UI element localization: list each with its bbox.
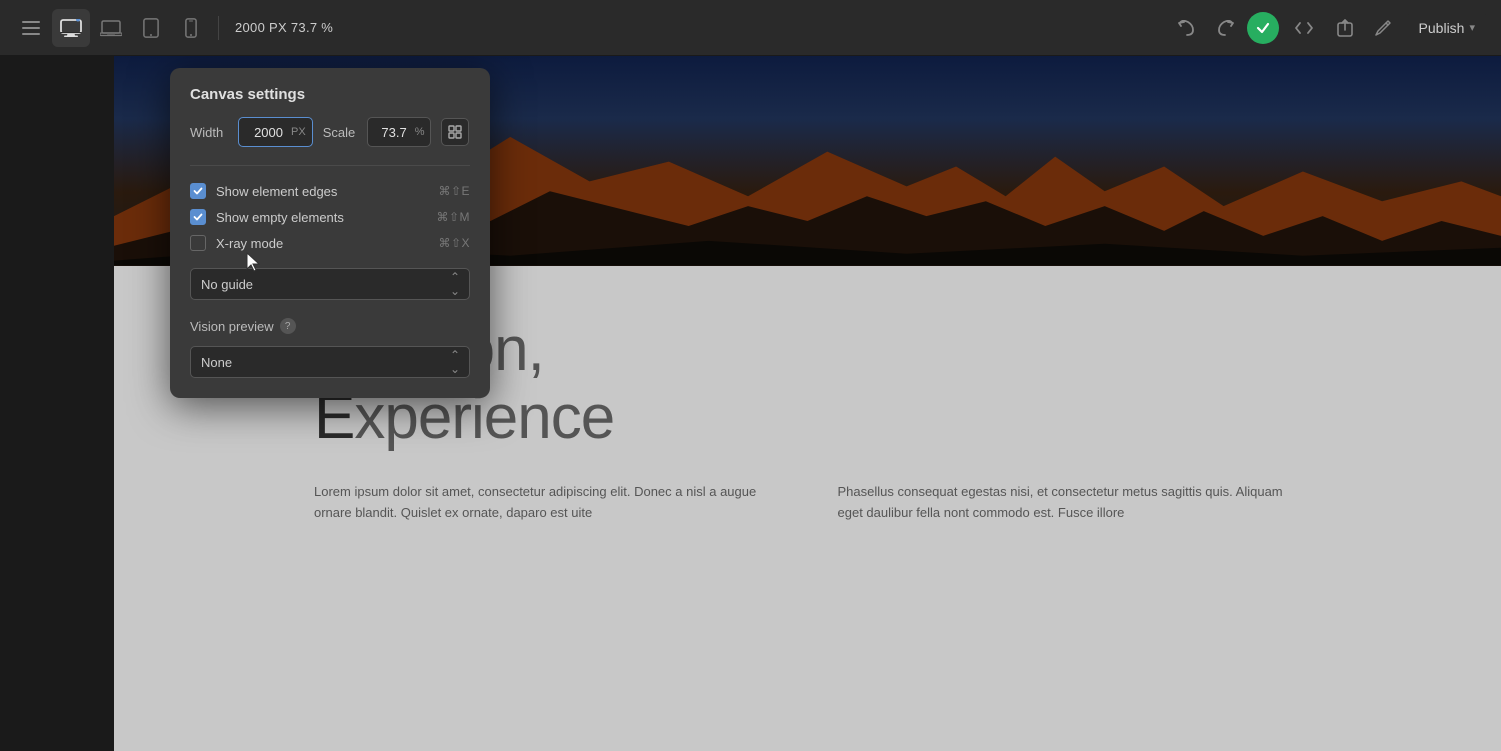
width-input-group[interactable]: PX <box>238 117 313 147</box>
width-scale-row: Width PX Scale % <box>190 117 470 147</box>
popup-body: Width PX Scale % <box>170 117 490 398</box>
site-body-col-2: Phasellus consequat egestas nisi, et con… <box>838 482 1302 524</box>
width-input[interactable] <box>239 125 289 140</box>
xray-mode-checkbox[interactable] <box>190 235 206 251</box>
show-empty-elements-checkbox[interactable] <box>190 209 206 225</box>
xray-mode-shortcut: ⌘⇧X <box>438 236 470 250</box>
vision-dropdown[interactable]: None Low contrast Grayscale Blur <box>190 346 470 378</box>
canvas-settings-popup: Canvas settings Width PX Scale % <box>170 68 490 398</box>
undo-button[interactable] <box>1171 12 1203 44</box>
popup-title: Canvas settings <box>170 68 490 117</box>
show-empty-elements-label: Show empty elements <box>216 210 344 225</box>
tablet-view-button[interactable] <box>132 9 170 47</box>
fit-to-screen-button[interactable] <box>441 118 469 146</box>
toolbar-separator-1 <box>218 16 219 40</box>
redo-button[interactable] <box>1209 12 1241 44</box>
show-element-edges-shortcut: ⌘⇧E <box>438 184 470 198</box>
toolbar-right: Publish ▾ <box>1171 12 1489 44</box>
desktop-view-button[interactable] <box>52 9 90 47</box>
vision-preview-section: Vision preview ? None Low contrast Grays… <box>190 318 470 378</box>
dimension-display: 2000 PX 73.7 % <box>235 20 333 35</box>
show-empty-elements-shortcut: ⌘⇧M <box>436 210 470 224</box>
site-body-columns: Lorem ipsum dolor sit amet, consectetur … <box>314 482 1301 524</box>
scale-input[interactable] <box>368 125 413 140</box>
save-check-button[interactable] <box>1247 12 1279 44</box>
width-unit: PX <box>289 126 312 138</box>
publish-arrow-icon: ▾ <box>1469 21 1475 34</box>
show-element-edges-label: Show element edges <box>216 184 337 199</box>
code-editor-button[interactable] <box>1285 12 1323 44</box>
show-empty-elements-left: Show empty elements <box>190 209 344 225</box>
popup-divider-1 <box>190 165 470 166</box>
xray-mode-left: X-ray mode <box>190 235 283 251</box>
publish-label: Publish <box>1419 20 1465 36</box>
show-element-edges-row: Show element edges ⌘⇧E <box>190 178 470 204</box>
width-label: Width <box>190 125 228 140</box>
menu-button[interactable] <box>12 9 50 47</box>
scale-label: Scale <box>323 125 357 140</box>
show-element-edges-checkbox[interactable] <box>190 183 206 199</box>
share-button[interactable] <box>1329 12 1361 44</box>
vision-preview-label: Vision preview <box>190 319 274 334</box>
guide-dropdown[interactable]: No guide Grid Columns <box>190 268 470 300</box>
scale-input-group[interactable]: % <box>367 117 432 147</box>
xray-mode-row: X-ray mode ⌘⇧X <box>190 230 470 256</box>
phone-view-button[interactable] <box>172 9 210 47</box>
site-body-col-1: Lorem ipsum dolor sit amet, consectetur … <box>314 482 778 524</box>
publish-button[interactable]: Publish ▾ <box>1405 14 1489 42</box>
main-area: Passion, Experience Lorem ipsum dolor si… <box>0 56 1501 751</box>
xray-mode-label: X-ray mode <box>216 236 283 251</box>
guide-dropdown-wrapper[interactable]: No guide Grid Columns ⌃⌄ <box>190 268 470 300</box>
show-empty-elements-row: Show empty elements ⌘⇧M <box>190 204 470 230</box>
pen-tool-button[interactable] <box>1367 12 1399 44</box>
left-sidebar <box>0 56 114 751</box>
vision-preview-help-icon[interactable]: ? <box>280 318 296 334</box>
toolbar: 2000 PX 73.7 % <box>0 0 1501 56</box>
show-element-edges-left: Show element edges <box>190 183 337 199</box>
vision-label-row: Vision preview ? <box>190 318 470 334</box>
laptop-view-button[interactable] <box>92 9 130 47</box>
vision-dropdown-wrapper[interactable]: None Low contrast Grayscale Blur ⌃⌄ <box>190 346 470 378</box>
toolbar-left: 2000 PX 73.7 % <box>12 9 341 47</box>
scale-unit: % <box>413 126 431 138</box>
